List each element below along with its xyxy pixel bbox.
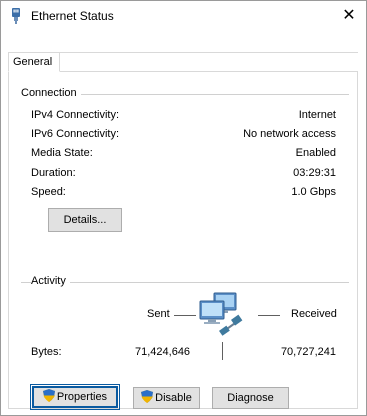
tab-general[interactable]: General (8, 52, 60, 72)
activity-group-label: Activity (31, 275, 70, 287)
shield-icon (141, 390, 154, 403)
bytes-sent-value: 71,424,646 (135, 346, 191, 358)
ethernet-status-window: Ethernet Status ✕ General Connection IPv… (0, 0, 367, 416)
media-state-label: Media State: (31, 147, 93, 159)
media-state-value: Enabled (295, 147, 336, 159)
shield-icon (42, 389, 55, 402)
properties-button-label: Properties (56, 391, 108, 403)
connection-group-label: Connection (21, 87, 81, 99)
disable-button-label: Disable (155, 392, 192, 404)
close-icon: ✕ (342, 7, 356, 24)
details-button[interactable]: Details... (48, 208, 122, 232)
tab-general-label: General (13, 56, 53, 68)
bytes-received-value: 70,727,241 (280, 346, 336, 358)
network-computers-icon (199, 292, 243, 336)
duration-value: 03:29:31 (293, 167, 336, 179)
bytes-divider (222, 342, 223, 360)
tab-panel-general (8, 71, 358, 409)
speed-label: Speed: (31, 186, 66, 198)
diagnose-button-label: Diagnose (227, 392, 274, 404)
duration-label: Duration: (31, 167, 76, 179)
ipv6-connectivity-label: IPv6 Connectivity: (31, 128, 120, 140)
speed-value: 1.0 Gbps (291, 186, 336, 198)
ipv4-connectivity-label: IPv4 Connectivity: (31, 109, 120, 121)
ethernet-icon (12, 8, 20, 24)
sent-connector-line (174, 315, 196, 316)
received-label: Received (291, 308, 337, 320)
close-button[interactable]: ✕ (332, 1, 366, 31)
window-title: Ethernet Status (31, 9, 114, 23)
disable-button[interactable]: Disable (133, 387, 200, 409)
tab-strip (8, 52, 358, 53)
details-button-label: Details... (63, 214, 107, 226)
diagnose-button[interactable]: Diagnose (212, 387, 289, 409)
ipv4-connectivity-value: Internet (298, 109, 336, 121)
bytes-label: Bytes: (31, 346, 62, 358)
properties-button[interactable]: Properties (30, 384, 120, 410)
received-connector-line (258, 315, 280, 316)
activity-group-line (21, 282, 349, 283)
ipv6-connectivity-value: No network access (243, 128, 336, 140)
sent-label: Sent (147, 308, 170, 320)
title-bar[interactable]: Ethernet Status ✕ (1, 1, 366, 31)
